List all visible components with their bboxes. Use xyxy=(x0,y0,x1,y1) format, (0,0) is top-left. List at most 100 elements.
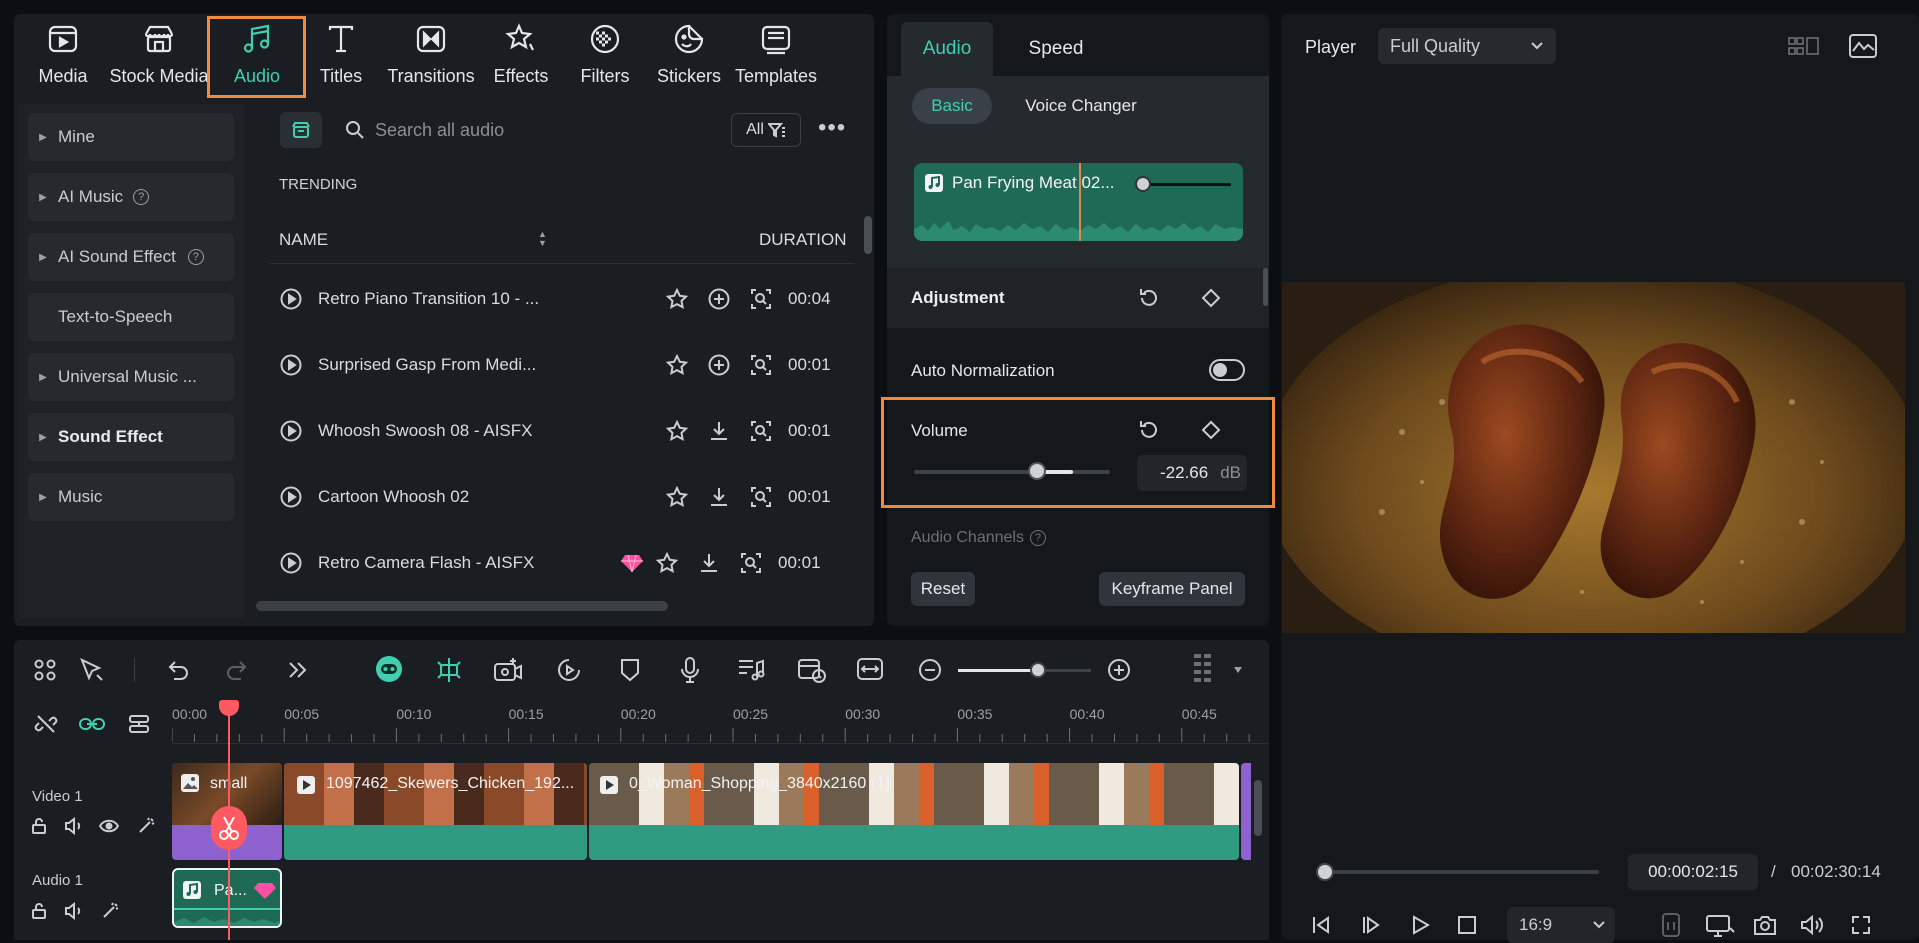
marker-icon[interactable] xyxy=(619,657,641,683)
list-scrollbar[interactable] xyxy=(864,216,872,254)
more-tools-icon[interactable] xyxy=(287,660,309,680)
audio-mute-icon[interactable] xyxy=(64,902,84,920)
list-item[interactable]: Surprised Gasp From Medi... 00:01 xyxy=(280,332,840,398)
reset-button[interactable]: Reset xyxy=(911,572,975,606)
layout-icon[interactable] xyxy=(33,658,57,682)
unlink-icon[interactable] xyxy=(34,712,58,736)
layout-grid-icon[interactable] xyxy=(1788,36,1820,58)
display-icon[interactable] xyxy=(1705,914,1735,938)
stop-icon[interactable] xyxy=(1457,915,1477,935)
lock-icon[interactable] xyxy=(30,902,48,920)
search-input[interactable] xyxy=(375,114,715,146)
redo-icon[interactable] xyxy=(225,658,249,682)
audio-mute-icon[interactable] xyxy=(64,817,84,835)
tab-titles[interactable]: Titles xyxy=(316,22,366,87)
list-item[interactable]: Cartoon Whoosh 02 00:01 xyxy=(280,464,840,530)
keyframe-icon[interactable] xyxy=(1201,288,1221,308)
sidebar-item-sound-effect[interactable]: ▶ Sound Effect xyxy=(28,413,234,461)
speed-ramp-icon[interactable] xyxy=(556,657,582,683)
scrubber-thumb[interactable] xyxy=(1315,863,1334,881)
favorite-star-icon[interactable] xyxy=(666,354,688,376)
tab-templates[interactable]: Templates xyxy=(735,22,817,87)
subtab-basic[interactable]: Basic xyxy=(912,88,992,124)
select-tool-icon[interactable] xyxy=(79,657,105,683)
undo-icon[interactable] xyxy=(166,658,190,682)
sidebar-item-music[interactable]: ▶ Music xyxy=(28,473,234,521)
sort-icon[interactable]: ▲ ▼ xyxy=(538,230,547,248)
tab-audio-props[interactable]: Audio xyxy=(901,22,993,76)
help-icon[interactable]: ? xyxy=(187,249,204,265)
magic-wand-icon[interactable] xyxy=(137,817,155,835)
auto-fit-icon[interactable] xyxy=(436,656,462,684)
previous-frame-icon[interactable] xyxy=(1310,914,1332,936)
similar-search-icon[interactable] xyxy=(750,354,772,376)
similar-search-icon[interactable] xyxy=(750,486,772,508)
eye-icon[interactable] xyxy=(99,818,119,834)
duration-column-header[interactable]: DURATION xyxy=(759,230,847,250)
safe-zone-icon[interactable] xyxy=(1661,912,1681,938)
download-icon[interactable] xyxy=(708,486,730,508)
reset-icon[interactable] xyxy=(1138,287,1160,309)
tab-audio[interactable]: Audio xyxy=(212,22,302,87)
more-options-icon[interactable]: ••• xyxy=(818,114,846,142)
ai-assistant-icon[interactable] xyxy=(374,654,404,684)
clip-volume-handle[interactable] xyxy=(1135,176,1151,192)
audio-edit-icon[interactable] xyxy=(737,657,765,683)
tab-filters[interactable]: Filters xyxy=(580,22,630,87)
favorite-star-icon[interactable] xyxy=(666,486,688,508)
props-scrollbar[interactable] xyxy=(1263,268,1268,306)
download-icon[interactable] xyxy=(698,552,720,574)
favorite-star-icon[interactable] xyxy=(656,552,678,574)
similar-search-icon[interactable] xyxy=(750,420,772,442)
volume-input[interactable]: -22.66 dB xyxy=(1137,455,1247,491)
favorite-star-icon[interactable] xyxy=(666,288,688,310)
audio-clip-preview[interactable]: Pan Frying Meat 02... xyxy=(914,163,1243,241)
similar-search-icon[interactable] xyxy=(750,288,772,310)
audio-clip[interactable]: Pa... xyxy=(172,868,282,928)
auto-normalization-toggle[interactable] xyxy=(1209,359,1245,381)
microphone-icon[interactable] xyxy=(679,656,701,684)
list-item[interactable]: Retro Piano Transition 10 - ... 00:04 xyxy=(280,266,840,332)
split-clip-button[interactable] xyxy=(211,806,247,850)
magic-wand-icon[interactable] xyxy=(101,902,119,920)
current-time-field[interactable]: 00:00:02:15 xyxy=(1628,854,1758,890)
player-scrubber[interactable] xyxy=(1315,863,1599,881)
zoom-in-icon[interactable] xyxy=(1107,658,1131,682)
tab-stickers[interactable]: Stickers xyxy=(657,22,721,87)
tab-stock-media[interactable]: Stock Media xyxy=(108,22,210,87)
add-icon[interactable] xyxy=(708,288,730,310)
scopes-icon[interactable] xyxy=(1849,34,1877,58)
store-button[interactable] xyxy=(280,112,322,148)
ai-video-icon[interactable] xyxy=(493,656,523,684)
next-frame-icon[interactable] xyxy=(1360,914,1382,936)
volume-reset-icon[interactable] xyxy=(1138,419,1160,441)
sidebar-item-mine[interactable]: ▶ Mine xyxy=(28,113,234,161)
play-icon[interactable] xyxy=(280,486,302,508)
aspect-ratio-dropdown[interactable]: 16:9 xyxy=(1507,907,1615,943)
volume-keyframe-icon[interactable] xyxy=(1201,420,1221,440)
fullscreen-icon[interactable] xyxy=(1850,914,1872,936)
zoom-out-icon[interactable] xyxy=(918,658,942,682)
zoom-thumb[interactable] xyxy=(1029,662,1046,678)
auto-reframe-icon[interactable] xyxy=(797,656,827,684)
tab-speed[interactable]: Speed xyxy=(1010,22,1102,76)
quality-dropdown[interactable]: Full Quality xyxy=(1378,28,1556,64)
list-item[interactable]: Retro Camera Flash - AISFX 00:01 xyxy=(280,530,840,596)
track-manager-icon[interactable] xyxy=(127,712,151,736)
sidebar-item-ai-sound-effect[interactable]: ▶ AI Sound Effect? xyxy=(28,233,234,281)
play-icon[interactable] xyxy=(280,288,302,310)
tab-effects[interactable]: Effects xyxy=(494,22,548,87)
add-icon[interactable] xyxy=(708,354,730,376)
list-item[interactable]: Whoosh Swoosh 08 - AISFX 00:01 xyxy=(280,398,840,464)
timeline-scrollbar[interactable] xyxy=(1254,780,1262,836)
play-icon[interactable] xyxy=(280,552,302,574)
panel-grip-icon[interactable] xyxy=(1192,652,1214,688)
keyframe-panel-button[interactable]: Keyframe Panel xyxy=(1099,572,1245,606)
subtab-voice-changer[interactable]: Voice Changer xyxy=(1010,88,1152,124)
volume-slider[interactable] xyxy=(914,462,1110,480)
caret-down-icon[interactable] xyxy=(1233,666,1243,674)
timeline-zoom-slider[interactable] xyxy=(958,662,1091,678)
name-column-header[interactable]: NAME xyxy=(279,230,328,250)
sidebar-item-universal-music[interactable]: ▶ Universal Music ... xyxy=(28,353,234,401)
horizontal-scrollbar[interactable] xyxy=(256,601,668,611)
